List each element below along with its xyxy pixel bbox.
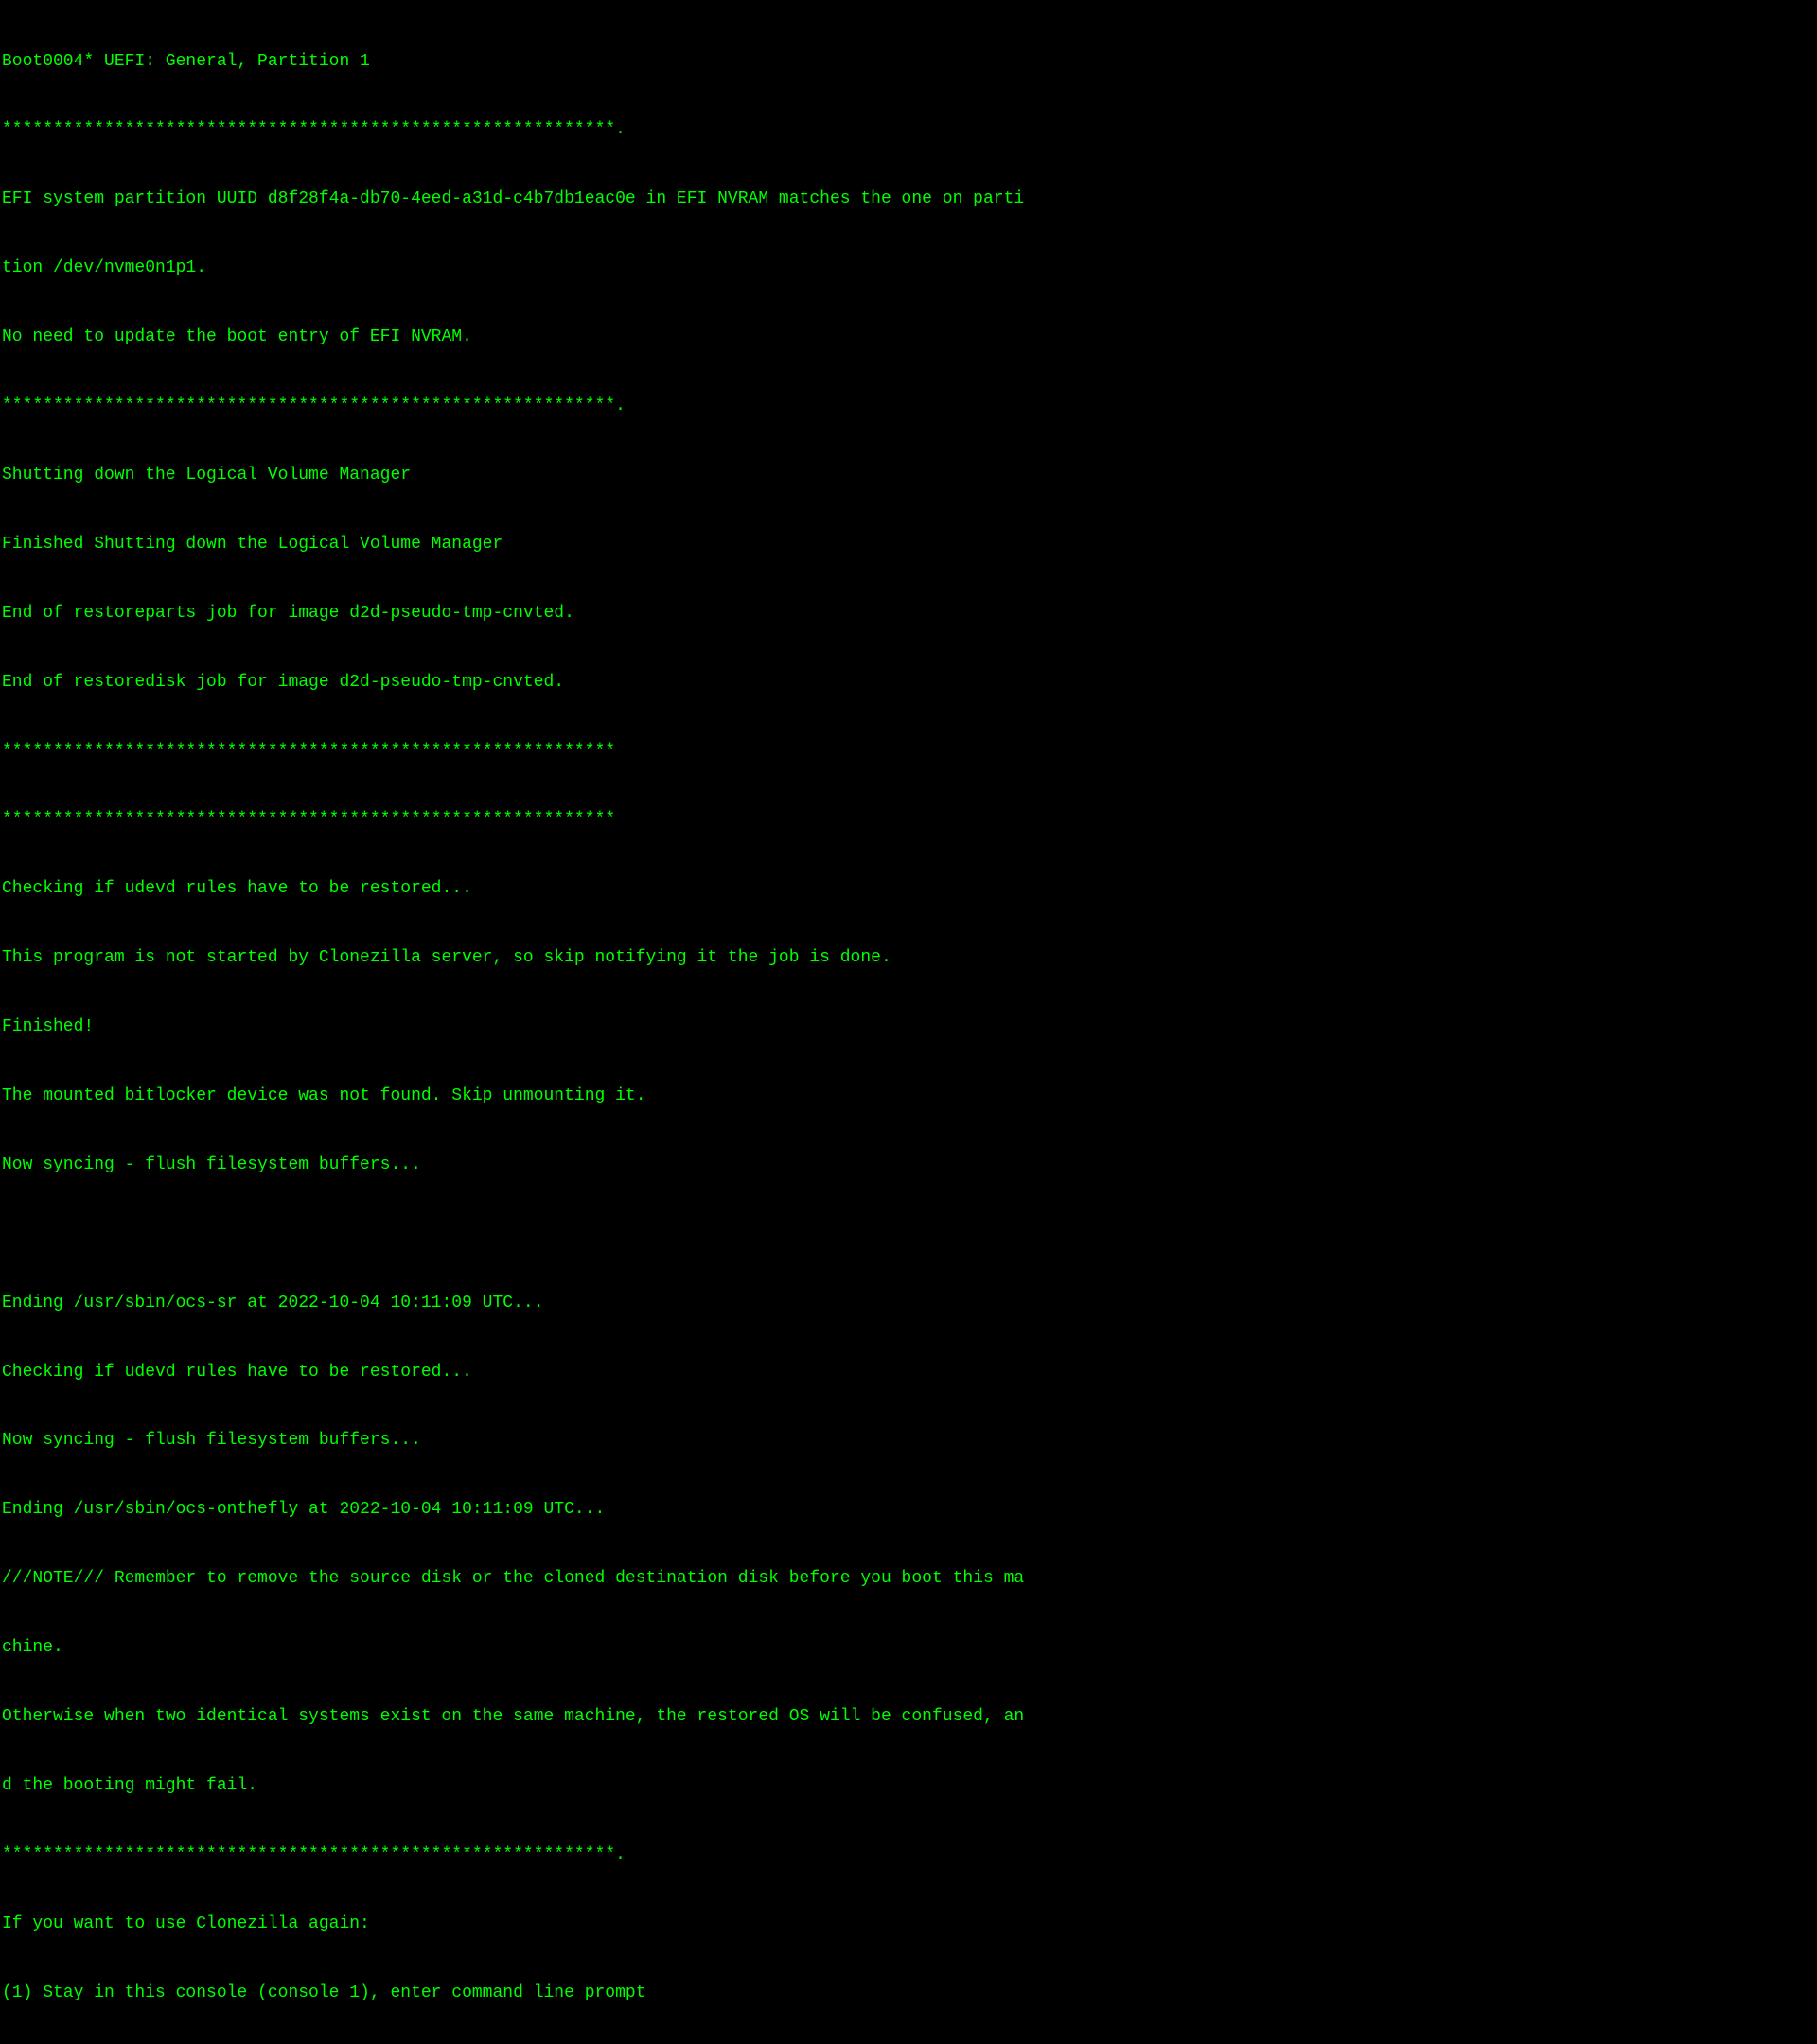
terminal-line-13: Checking if udevd rules have to be resto… (2, 877, 1815, 900)
terminal-line-16: The mounted bitlocker device was not fou… (2, 1084, 1815, 1107)
terminal-line-25: Otherwise when two identical systems exi… (2, 1705, 1815, 1728)
terminal-line-18 (2, 1223, 1815, 1245)
terminal-line-3: EFI system partition UUID d8f28f4a-db70-… (2, 187, 1815, 210)
terminal-line-17: Now syncing - flush filesystem buffers..… (2, 1154, 1815, 1176)
terminal-line-9: End of restoreparts job for image d2d-ps… (2, 602, 1815, 625)
terminal-line-26: d the booting might fail. (2, 1774, 1815, 1797)
terminal-line-27: ****************************************… (2, 1843, 1815, 1866)
terminal-line-23: ///NOTE/// Remember to remove the source… (2, 1567, 1815, 1590)
terminal-line-15: Finished! (2, 1015, 1815, 1038)
terminal-line-20: Checking if udevd rules have to be resto… (2, 1361, 1815, 1383)
terminal-line-14: This program is not started by Clonezill… (2, 946, 1815, 969)
terminal-line-11: ****************************************… (2, 740, 1815, 763)
terminal-line-5: No need to update the boot entry of EFI … (2, 326, 1815, 348)
terminal-line-10: End of restoredisk job for image d2d-pse… (2, 671, 1815, 694)
terminal-line-19: Ending /usr/sbin/ocs-sr at 2022-10-04 10… (2, 1292, 1815, 1314)
terminal-line-6: ****************************************… (2, 395, 1815, 417)
terminal-line-4: tion /dev/nvme0n1p1. (2, 256, 1815, 279)
terminal-line-28: If you want to use Clonezilla again: (2, 1912, 1815, 1935)
terminal-line-2: ****************************************… (2, 118, 1815, 141)
terminal-line-1: Boot0004* UEFI: General, Partition 1 (2, 50, 1815, 73)
terminal-line-24: chine. (2, 1636, 1815, 1659)
terminal-line-8: Finished Shutting down the Logical Volum… (2, 533, 1815, 555)
terminal-line-7: Shutting down the Logical Volume Manager (2, 464, 1815, 486)
terminal-line-12: ****************************************… (2, 808, 1815, 831)
terminal-line-21: Now syncing - flush filesystem buffers..… (2, 1429, 1815, 1452)
terminal-output: Boot0004* UEFI: General, Partition 1 ***… (2, 4, 1815, 1018)
terminal-line-22: Ending /usr/sbin/ocs-onthefly at 2022-10… (2, 1498, 1815, 1521)
terminal-line-29: (1) Stay in this console (console 1), en… (2, 1982, 1815, 2004)
